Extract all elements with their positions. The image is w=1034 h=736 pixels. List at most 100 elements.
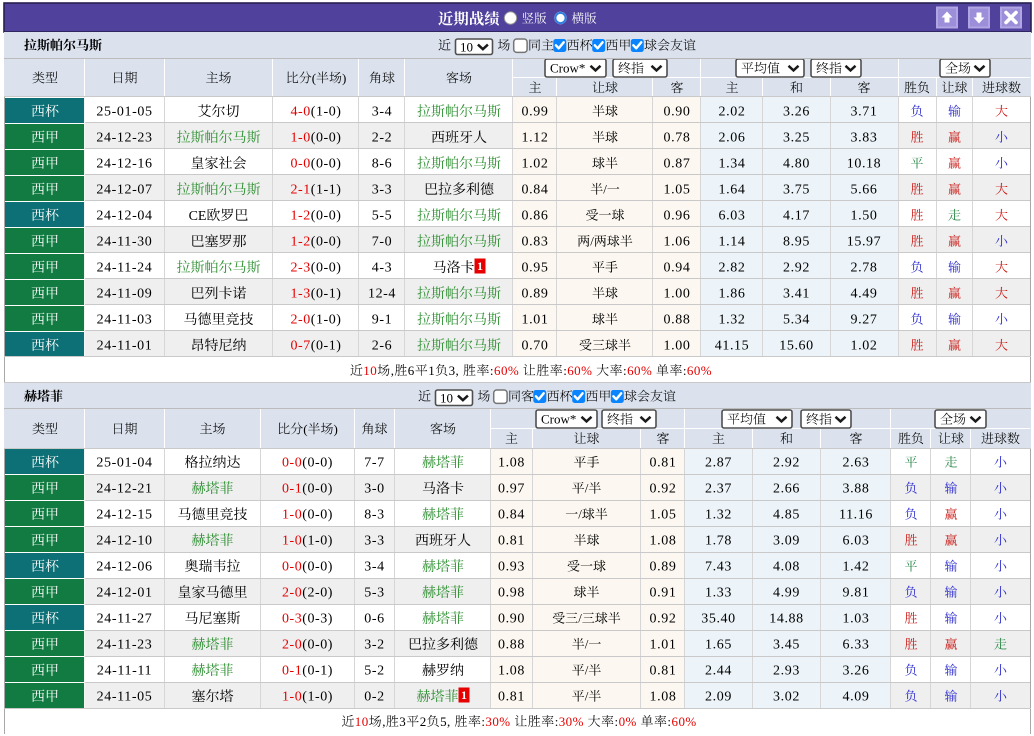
svg-text:25-01-04: 25-01-04 xyxy=(96,456,152,471)
svg-text:1.12: 1.12 xyxy=(522,131,549,146)
svg-text:1.02: 1.02 xyxy=(522,157,549,172)
svg-text:24-12-21: 24-12-21 xyxy=(96,482,152,497)
svg-text:12-4: 12-4 xyxy=(368,287,396,302)
svg-text:2.02: 2.02 xyxy=(719,105,746,120)
svg-text:5.66: 5.66 xyxy=(851,183,878,198)
svg-text:3-3: 3-3 xyxy=(372,183,392,198)
svg-text:2.92: 2.92 xyxy=(773,456,800,471)
svg-text:2.63: 2.63 xyxy=(843,456,870,471)
svg-text:1.42: 1.42 xyxy=(843,560,870,575)
svg-text:(1-0): (1-0) xyxy=(311,313,342,328)
svg-text:0.93: 0.93 xyxy=(498,560,525,575)
svg-text:3-3: 3-3 xyxy=(364,534,384,549)
svg-text:24-11-11: 24-11-11 xyxy=(97,664,152,679)
svg-text:30%: 30% xyxy=(485,714,510,729)
svg-text:): ) xyxy=(334,421,338,436)
svg-text:(1-0): (1-0) xyxy=(311,105,342,120)
svg-text:60%: 60% xyxy=(567,363,592,378)
svg-text:6: 6 xyxy=(408,363,415,378)
svg-text:5.34: 5.34 xyxy=(783,313,810,328)
svg-text:(0-0): (0-0) xyxy=(311,261,342,276)
svg-text:0.89: 0.89 xyxy=(522,287,549,302)
svg-text:(0-0): (0-0) xyxy=(302,508,333,523)
svg-text:0.70: 0.70 xyxy=(522,339,549,354)
svg-text:CE: CE xyxy=(189,209,207,224)
svg-text:(0-0): (0-0) xyxy=(311,235,342,250)
svg-text:1.06: 1.06 xyxy=(664,235,691,250)
svg-text:(0-1): (0-1) xyxy=(311,339,342,354)
svg-text:3-0: 3-0 xyxy=(364,482,384,497)
svg-text:3.02: 3.02 xyxy=(773,690,800,705)
svg-text:0.90: 0.90 xyxy=(664,105,691,120)
svg-text:24-12-23: 24-12-23 xyxy=(96,131,152,146)
svg-text:1-0: 1-0 xyxy=(290,131,310,146)
svg-text:1.03: 1.03 xyxy=(843,612,870,627)
svg-text:(0-0): (0-0) xyxy=(302,456,333,471)
svg-text:2.78: 2.78 xyxy=(851,261,878,276)
svg-text:4-3: 4-3 xyxy=(372,261,392,276)
svg-text:0.84: 0.84 xyxy=(498,508,525,523)
svg-text:(0-0): (0-0) xyxy=(302,560,333,575)
svg-text:2.82: 2.82 xyxy=(719,261,746,276)
svg-text:1.34: 1.34 xyxy=(719,157,746,172)
svg-text:8-6: 8-6 xyxy=(372,157,392,172)
svg-text:2.92: 2.92 xyxy=(783,261,810,276)
svg-text:(1-1): (1-1) xyxy=(311,183,342,198)
svg-text:2-3: 2-3 xyxy=(290,261,310,276)
svg-text:/: / xyxy=(603,182,607,197)
svg-text:2-1: 2-1 xyxy=(290,183,310,198)
svg-text:0-7: 0-7 xyxy=(290,339,310,354)
svg-text:60%: 60% xyxy=(627,363,652,378)
svg-text:1.08: 1.08 xyxy=(650,690,677,705)
svg-text:60%: 60% xyxy=(494,363,519,378)
svg-text:1.50: 1.50 xyxy=(851,209,878,224)
svg-text:24-12-15: 24-12-15 xyxy=(96,508,152,523)
svg-text:10: 10 xyxy=(363,363,377,378)
svg-text:1.08: 1.08 xyxy=(498,664,525,679)
svg-text:(0-1): (0-1) xyxy=(302,664,333,679)
svg-text:(0-0): (0-0) xyxy=(311,209,342,224)
svg-text:(1-0): (1-0) xyxy=(302,534,333,549)
svg-text:/: / xyxy=(578,611,582,626)
svg-text:24-11-27: 24-11-27 xyxy=(97,612,153,627)
svg-text:1.05: 1.05 xyxy=(650,508,677,523)
svg-text:7-7: 7-7 xyxy=(364,456,384,471)
svg-text:1.65: 1.65 xyxy=(705,638,732,653)
svg-text:Crow*: Crow* xyxy=(550,61,585,76)
svg-text:60%: 60% xyxy=(672,714,697,729)
svg-text:1: 1 xyxy=(461,688,467,702)
svg-text:5-2: 5-2 xyxy=(364,664,384,679)
svg-text:(0-1): (0-1) xyxy=(311,287,342,302)
svg-text:4-0: 4-0 xyxy=(290,105,310,120)
svg-text:0.86: 0.86 xyxy=(522,209,549,224)
svg-text:(1-0): (1-0) xyxy=(302,690,333,705)
svg-text:0%: 0% xyxy=(619,714,637,729)
svg-text:3.75: 3.75 xyxy=(783,183,810,198)
svg-text:/: / xyxy=(578,507,582,522)
svg-text:9-1: 9-1 xyxy=(372,313,392,328)
svg-text:3-2: 3-2 xyxy=(364,638,384,653)
svg-text:0.92: 0.92 xyxy=(650,612,677,627)
svg-text:3.25: 3.25 xyxy=(783,131,810,146)
svg-text:9.81: 9.81 xyxy=(843,586,870,601)
svg-text:10: 10 xyxy=(440,390,453,405)
svg-text:24-11-24: 24-11-24 xyxy=(97,261,153,276)
svg-text:7-0: 7-0 xyxy=(372,235,392,250)
svg-text:10: 10 xyxy=(460,39,473,54)
svg-text:0-0: 0-0 xyxy=(282,560,302,575)
svg-text:5-3: 5-3 xyxy=(364,586,384,601)
svg-text:0.98: 0.98 xyxy=(498,586,525,601)
svg-text:1.00: 1.00 xyxy=(664,339,691,354)
svg-text:11.16: 11.16 xyxy=(839,508,873,523)
svg-text:1-2: 1-2 xyxy=(290,235,310,250)
svg-text:8-3: 8-3 xyxy=(364,508,384,523)
svg-text:2.66: 2.66 xyxy=(773,482,800,497)
svg-text:24-11-01: 24-11-01 xyxy=(97,339,153,354)
svg-text:2-6: 2-6 xyxy=(372,339,392,354)
svg-text:0-3: 0-3 xyxy=(282,612,302,627)
svg-text:0.96: 0.96 xyxy=(664,209,691,224)
svg-text:3.88: 3.88 xyxy=(843,482,870,497)
svg-text:4.85: 4.85 xyxy=(773,508,800,523)
svg-text:2.87: 2.87 xyxy=(705,456,732,471)
svg-text:1.08: 1.08 xyxy=(650,534,677,549)
